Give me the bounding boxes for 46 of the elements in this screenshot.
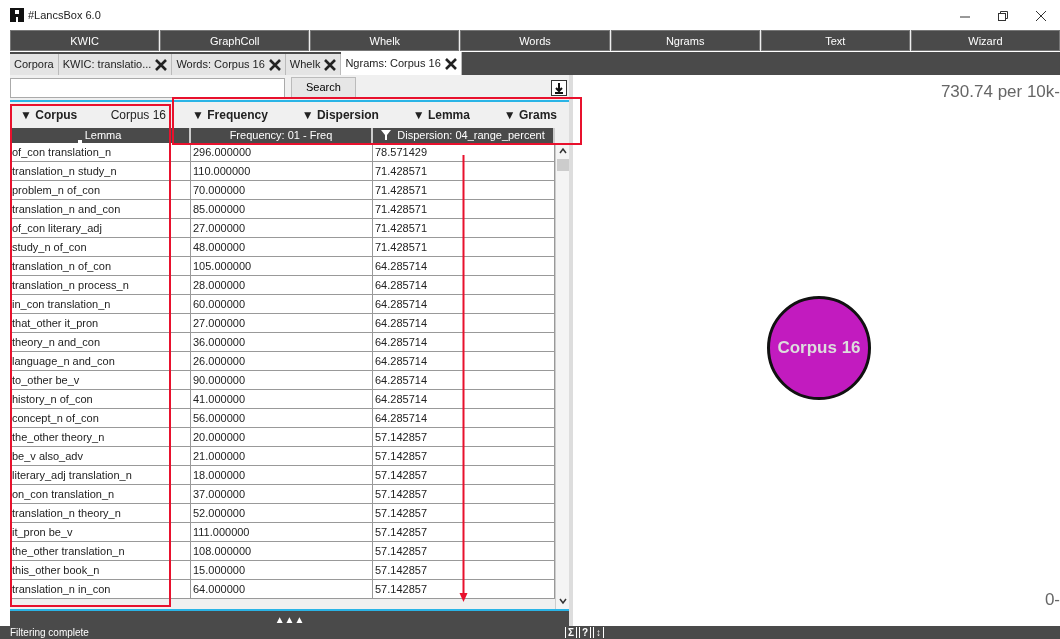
expand-button[interactable]: ▲▲▲ [10,609,569,626]
tab[interactable]: Ngrams: Corpus 16 [341,52,462,75]
status-text: Filtering complete [10,626,89,639]
filter-toggle[interactable]: ▼ Grams [503,106,557,124]
tab[interactable]: KWIC: translatio... [58,54,173,75]
scale-label: 730.74 per 10k- [940,81,1060,103]
tool-button[interactable]: Wizard [910,30,1060,51]
tab[interactable]: Corpora [10,54,59,75]
tab[interactable]: Words: Corpus 16 [172,54,286,75]
close-icon[interactable] [155,58,168,71]
tool-button[interactable]: Text [760,30,910,51]
tool-button[interactable]: Words [460,30,610,51]
tool-button[interactable]: Whelk [310,30,460,51]
scale-label: 0- [1044,588,1060,611]
column-header[interactable]: Dispersion: 04_range_percent [373,128,555,143]
corpus-node[interactable]: Corpus 16 [767,296,871,400]
app-logo-icon [10,8,24,22]
filter-toggle[interactable]: ▼ Frequency [192,106,268,124]
status-button[interactable]: ↕ [593,627,605,638]
tool-button[interactable]: KWIC [10,30,160,51]
search-button[interactable]: Search [291,77,356,98]
scroll-up-icon[interactable] [557,146,568,156]
close-icon[interactable] [444,57,457,70]
corpus-name: Corpus 16 [110,107,166,124]
close-icon[interactable] [268,58,281,71]
scrollbar-thumb[interactable] [556,159,569,171]
tool-button[interactable]: GraphColl [160,30,310,51]
table-cell: translation_n in_con [10,580,191,599]
search-field[interactable] [10,77,285,98]
close-icon[interactable] [1036,10,1046,21]
column-header[interactable]: Frequency: 01 - Freq [191,128,373,143]
filter-toggle[interactable]: ▼ Lemma [412,106,470,124]
table-cell: 64.000000 [191,580,373,599]
window-title: #LancsBox 6.0 [28,7,101,23]
download-icon[interactable] [551,79,567,96]
restore-icon[interactable] [998,10,1008,21]
status-button[interactable]: Σ [564,627,577,638]
filter-toggle[interactable]: ▼ Dispersion [301,106,379,124]
tool-button[interactable]: Ngrams [610,30,760,51]
scroll-down-icon[interactable] [557,596,568,606]
status-button[interactable]: ? [578,627,592,638]
column-header[interactable]: Lemma [10,128,191,143]
filter-toggle[interactable]: ▼ Corpus [20,106,78,124]
filter-icon [381,130,392,140]
close-icon[interactable] [324,58,337,71]
tab[interactable]: Whelk [285,54,342,75]
